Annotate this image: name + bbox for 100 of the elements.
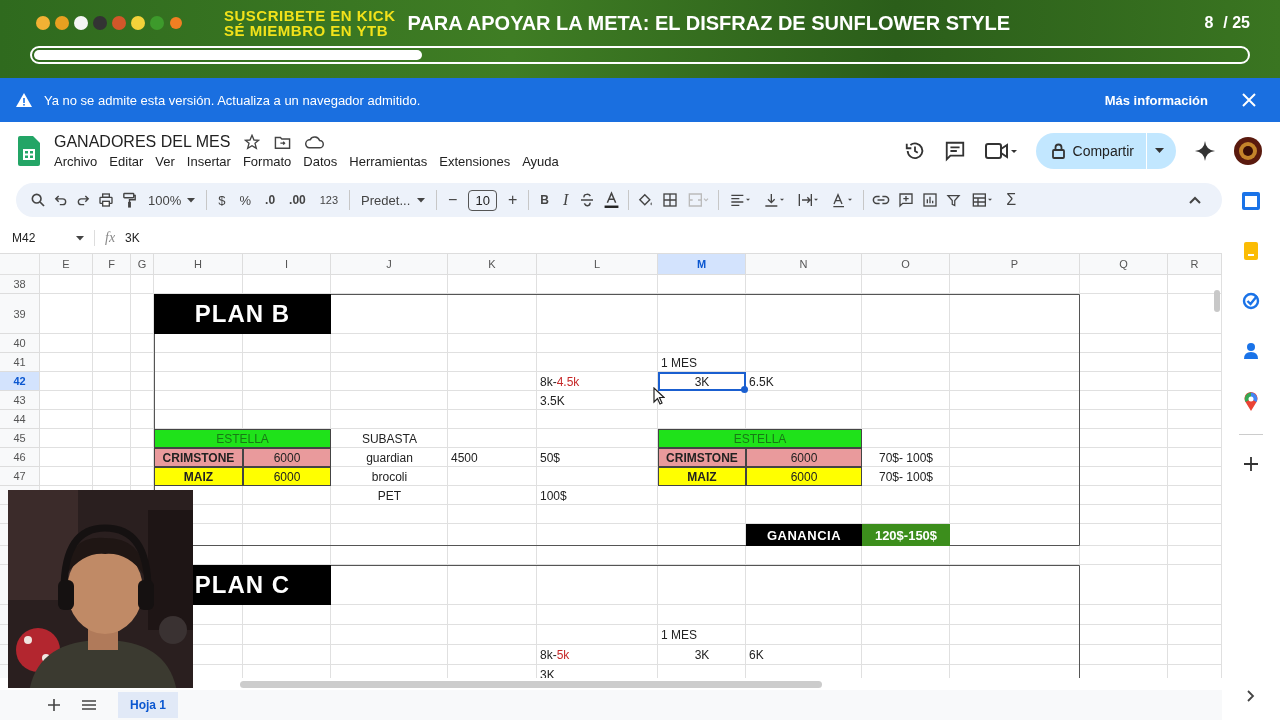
caret-icon <box>187 197 196 203</box>
search-icon[interactable] <box>30 192 46 208</box>
banner-message: Ya no se admite esta versión. Actualiza a un navegador admitido. <box>44 92 421 108</box>
add-sheet-icon[interactable] <box>48 699 60 711</box>
menu-item[interactable]: Archivo <box>54 154 98 169</box>
table-cell-text: 6.5K <box>748 373 775 391</box>
merge-cells-icon[interactable] <box>686 192 711 208</box>
cell-reference-field[interactable]: M42 <box>12 231 66 245</box>
sparkle-icon[interactable] <box>1194 140 1216 162</box>
comment-icon[interactable] <box>943 140 966 162</box>
table-cell: CRIMSTONE <box>658 448 746 467</box>
menu-icon[interactable] <box>82 700 96 710</box>
table-cell: 6000 <box>243 448 331 467</box>
table-cell[interactable]: 3K <box>658 645 746 665</box>
table-cell-text: 4500 <box>450 449 479 467</box>
strikethrough-icon[interactable] <box>579 192 596 208</box>
formula-label: fx <box>105 230 116 246</box>
zoom-dropdown[interactable]: 100% <box>145 192 199 208</box>
column-header[interactable]: M <box>658 254 746 275</box>
add-comment-icon[interactable] <box>898 192 915 208</box>
share-button[interactable]: Compartir <box>1035 133 1176 169</box>
table-cell-text: 70$- 100$ <box>877 468 934 486</box>
menu-item[interactable]: Herramientas <box>349 154 428 169</box>
menu-item[interactable]: Insertar <box>186 154 231 169</box>
goal-title: PARA APOYAR LA META: EL DISFRAZ DE SUNFLOWER STYLE <box>407 11 1011 35</box>
scrollbar-thumb-icon[interactable] <box>1214 290 1220 312</box>
table-cell[interactable]: 3K <box>658 372 746 391</box>
table-cell-text: 100$ <box>539 487 568 505</box>
overlay-caption: SUSCRIBETE EN KICK <box>224 8 396 23</box>
decrease-font-size-button[interactable]: − <box>445 191 461 209</box>
menu-item[interactable]: Extensiones <box>439 154 511 169</box>
sheets-logo-icon <box>18 136 40 166</box>
table-cell: 6000 <box>746 467 862 486</box>
undo-icon[interactable] <box>54 193 68 207</box>
table-header-cell: ESTELLA <box>658 429 862 448</box>
chevron-right-icon[interactable] <box>1247 690 1255 702</box>
table-cell: MAIZ <box>658 467 746 486</box>
table-cell: CRIMSTONE <box>154 448 243 467</box>
filter-icon[interactable] <box>946 192 962 208</box>
caret-icon <box>1155 148 1164 154</box>
folder-icon[interactable] <box>274 134 292 150</box>
paint-format-icon[interactable] <box>122 191 137 209</box>
video-camera-icon[interactable] <box>983 141 1018 161</box>
borders-icon[interactable] <box>662 192 679 208</box>
month-label: 1 MES <box>660 354 698 372</box>
formula-field[interactable]: 3K <box>125 231 140 245</box>
calendar-icon[interactable] <box>1242 192 1260 210</box>
history-icon[interactable] <box>903 140 926 162</box>
text-color-icon[interactable] <box>603 191 621 209</box>
profit-value: 120$-150$ <box>862 524 950 546</box>
table-cell: MAIZ <box>154 467 243 486</box>
cloud-icon[interactable] <box>305 135 325 149</box>
sheet-tab[interactable]: Hoja 1 <box>118 692 178 718</box>
link-icon[interactable] <box>872 194 891 206</box>
menu-item[interactable]: Ver <box>155 154 175 169</box>
collapse-icon[interactable] <box>1188 195 1202 205</box>
menu-item[interactable]: Formato <box>242 154 292 169</box>
decrease-decimals-button[interactable]: .0 <box>262 193 279 207</box>
italic-button[interactable]: I <box>559 191 572 209</box>
table-cell: 6000 <box>746 448 862 467</box>
caret-icon[interactable] <box>76 235 84 241</box>
horizontal-scrollbar[interactable] <box>240 681 822 688</box>
document-title[interactable]: GANADORES DEL MES <box>54 133 231 151</box>
chart-icon[interactable] <box>922 192 939 208</box>
month-label: 1 MES <box>660 627 698 644</box>
map-pin-icon[interactable] <box>1244 392 1258 412</box>
cursor-icon <box>653 387 665 405</box>
table-cell-text: PET <box>376 487 403 505</box>
redo-icon[interactable] <box>76 193 90 207</box>
tasks-icon[interactable] <box>1242 292 1260 310</box>
star-icon[interactable] <box>244 134 261 150</box>
menu-item[interactable]: Ayuda <box>522 154 559 169</box>
goal-total: / 25 <box>1223 14 1250 32</box>
print-icon[interactable] <box>98 192 114 208</box>
range-text: 8k-5k <box>539 647 571 664</box>
table-cell-text: 50$ <box>539 449 562 467</box>
increase-decimals-button[interactable]: .00 <box>286 193 309 207</box>
table-cell-text: 6K <box>748 647 765 664</box>
sum-button[interactable]: Σ <box>1003 191 1020 209</box>
add-icon[interactable] <box>1244 457 1258 471</box>
font-dropdown[interactable]: Predet... <box>358 192 429 208</box>
percent-button[interactable]: % <box>236 192 255 208</box>
avatar-icon[interactable] <box>1234 137 1262 165</box>
table-header-cell-text: SUBASTA <box>360 430 419 448</box>
table-cell: 6000 <box>243 467 331 486</box>
font-size-field[interactable]: 10 <box>468 189 497 211</box>
more-info-link[interactable]: Más información <box>1104 92 1208 108</box>
plan-title: PLAN B <box>154 294 331 334</box>
lock-icon <box>1051 143 1065 159</box>
currency-button[interactable]: $ <box>215 192 229 208</box>
person-icon[interactable] <box>1243 342 1259 360</box>
menu-item[interactable]: Datos <box>303 154 338 169</box>
row-header[interactable]: 42 <box>0 372 40 391</box>
menu-item[interactable]: Editar <box>109 154 144 169</box>
close-icon[interactable] <box>1242 93 1256 107</box>
bold-button[interactable]: B <box>537 193 552 207</box>
increase-font-size-button[interactable]: + <box>504 191 521 209</box>
number-format-button[interactable]: 123 <box>316 194 342 206</box>
table-cell-text: 70$- 100$ <box>877 449 934 467</box>
caret-icon <box>417 197 426 203</box>
